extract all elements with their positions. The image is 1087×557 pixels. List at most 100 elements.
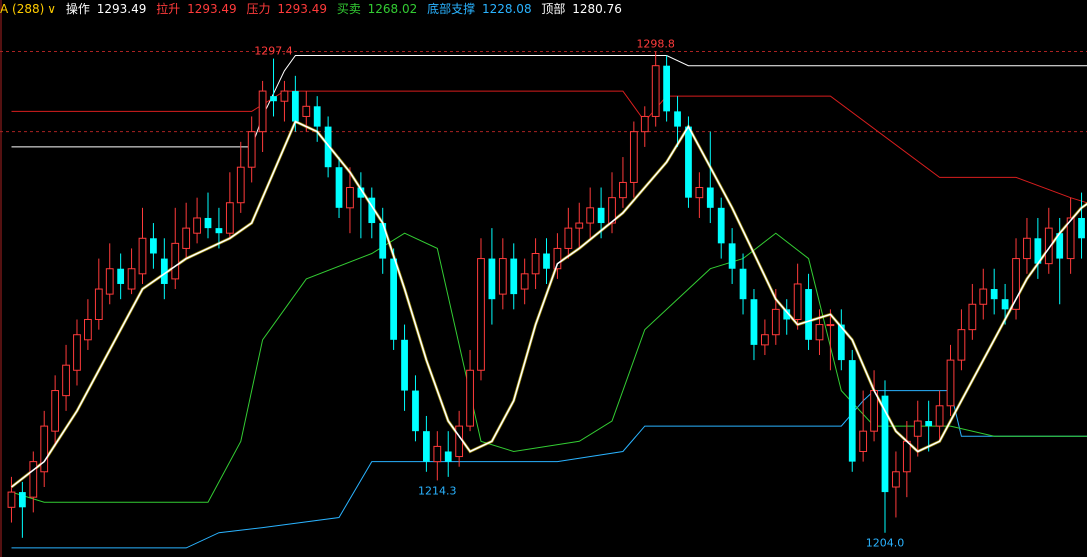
candle-body-up (29, 461, 38, 498)
indicator-value: 1293.49 (187, 2, 237, 16)
candle-body-down (444, 451, 452, 462)
candle-body-up (826, 324, 835, 327)
indicator-header: A (288) ∨ 操作 1293.49 拉升 1293.49 压力 1293.4… (0, 0, 1087, 18)
candle-body-up (236, 166, 245, 204)
candle-body-up (62, 364, 70, 397)
indicator-buysell: 买卖 1268.02 (337, 2, 420, 16)
candle-body-up (640, 115, 649, 133)
candle-body-up (73, 334, 81, 371)
moving-average-line (11, 120, 1087, 488)
candle-body-up (531, 253, 540, 275)
candle-body-up (575, 222, 584, 229)
candle-body-down (1001, 299, 1009, 310)
candle-body-up (477, 258, 485, 371)
candle-body-up (302, 105, 311, 117)
indicator-label: 拉升 (156, 2, 181, 16)
candle-body-up (247, 131, 256, 168)
candle-body-down (390, 258, 398, 340)
candle-body-up (629, 131, 638, 183)
candle-body-up (946, 359, 955, 407)
candle-body-up (51, 390, 60, 432)
candle-body-down (597, 207, 605, 224)
candle-body-down (925, 421, 933, 427)
candle-body-up (105, 268, 114, 295)
candle-body-down (204, 217, 212, 229)
indicator-value: 1293.49 (277, 2, 327, 16)
candle-body-down (215, 228, 223, 234)
indicator-lines (10, 55, 1087, 549)
candle-body-up (455, 425, 464, 458)
candle-body-up (466, 369, 474, 427)
pressure-line (11, 90, 1087, 204)
candle-body-up (815, 324, 824, 341)
candle-body-up (138, 237, 147, 275)
candle-body-up (771, 308, 780, 336)
candle-body-down (717, 207, 725, 244)
candle-body-up (979, 288, 988, 305)
high-price-label: 1297.4 (254, 45, 293, 58)
candle-body-down (805, 289, 812, 340)
candle-body-down (313, 106, 321, 127)
indicator-label: 买卖 (336, 2, 361, 16)
candle-body-up (619, 181, 627, 199)
candle-body-up (935, 405, 944, 427)
candle-body-down (728, 243, 736, 269)
candle-body-up (225, 202, 234, 234)
indicator-top: 顶部 1280.76 (541, 2, 624, 16)
candle-body-up (957, 329, 966, 361)
candle-body-down (990, 289, 998, 300)
candle-body-up (695, 187, 704, 199)
candle-body-down (150, 238, 157, 254)
indicator-operate: 操作 1293.49 (66, 2, 149, 16)
indicator-label: 操作 (65, 2, 90, 16)
candle-body-up (859, 430, 868, 452)
candle-body-down (674, 111, 681, 127)
high-price-label: 1298.8 (636, 37, 675, 50)
candle-body-down (291, 91, 299, 122)
candle-body-up (1023, 237, 1031, 260)
candle-body-down (117, 268, 125, 284)
candle-body-up (760, 334, 769, 346)
candle-body-up (182, 227, 191, 249)
low-price-label: 1214.3 (418, 484, 457, 497)
candle-body-up (94, 288, 103, 320)
candle-body-up (564, 227, 573, 249)
candle-body-up (346, 187, 354, 209)
indicator-label: 顶部 (541, 2, 566, 16)
symbol-selector[interactable]: A (288) ∨ (0, 2, 63, 16)
candle-body-up (892, 471, 900, 488)
candle-body-up (280, 90, 289, 102)
candle-body-up (127, 268, 136, 290)
low-price-label: 1204.0 (866, 537, 905, 550)
candle-body-up (913, 420, 922, 437)
candle-body-down (739, 268, 747, 300)
candle-body-up (968, 303, 977, 331)
candle-body-up (193, 217, 201, 234)
candlestick-chart[interactable]: 1297.4 1298.8 1214.3 1204.0 (0, 0, 1087, 557)
indicator-pressure: 压力 1293.49 (247, 2, 330, 16)
candle-body-down (848, 360, 856, 462)
candle-body-down (1078, 217, 1085, 239)
candle-body-up (7, 491, 16, 508)
candle-body-up (498, 258, 507, 295)
candle-body-down (270, 96, 277, 102)
candle-body-up (902, 440, 911, 473)
indicator-bottom-support: 底部支撑 1228.08 (427, 2, 534, 16)
candle-body-down (543, 253, 550, 269)
candle-body-up (793, 283, 802, 320)
candle-body-up (433, 445, 442, 463)
chevron-down-icon[interactable]: ∨ (47, 2, 56, 16)
candle-body-down (750, 299, 758, 345)
indicator-value: 1268.02 (367, 2, 418, 16)
candle-body-down (510, 258, 518, 295)
symbol-label: A (288) (0, 2, 45, 16)
candle-body-up (1012, 258, 1020, 310)
candle-body-up (40, 425, 49, 473)
candle-body-down (706, 187, 714, 208)
candle-body-up (84, 318, 92, 341)
indicator-lift: 拉升 1293.49 (156, 2, 239, 16)
candle-body-down (401, 339, 408, 391)
candle-body-up (586, 207, 595, 224)
candle-body-down (335, 167, 343, 208)
candle-body-up (651, 65, 660, 117)
